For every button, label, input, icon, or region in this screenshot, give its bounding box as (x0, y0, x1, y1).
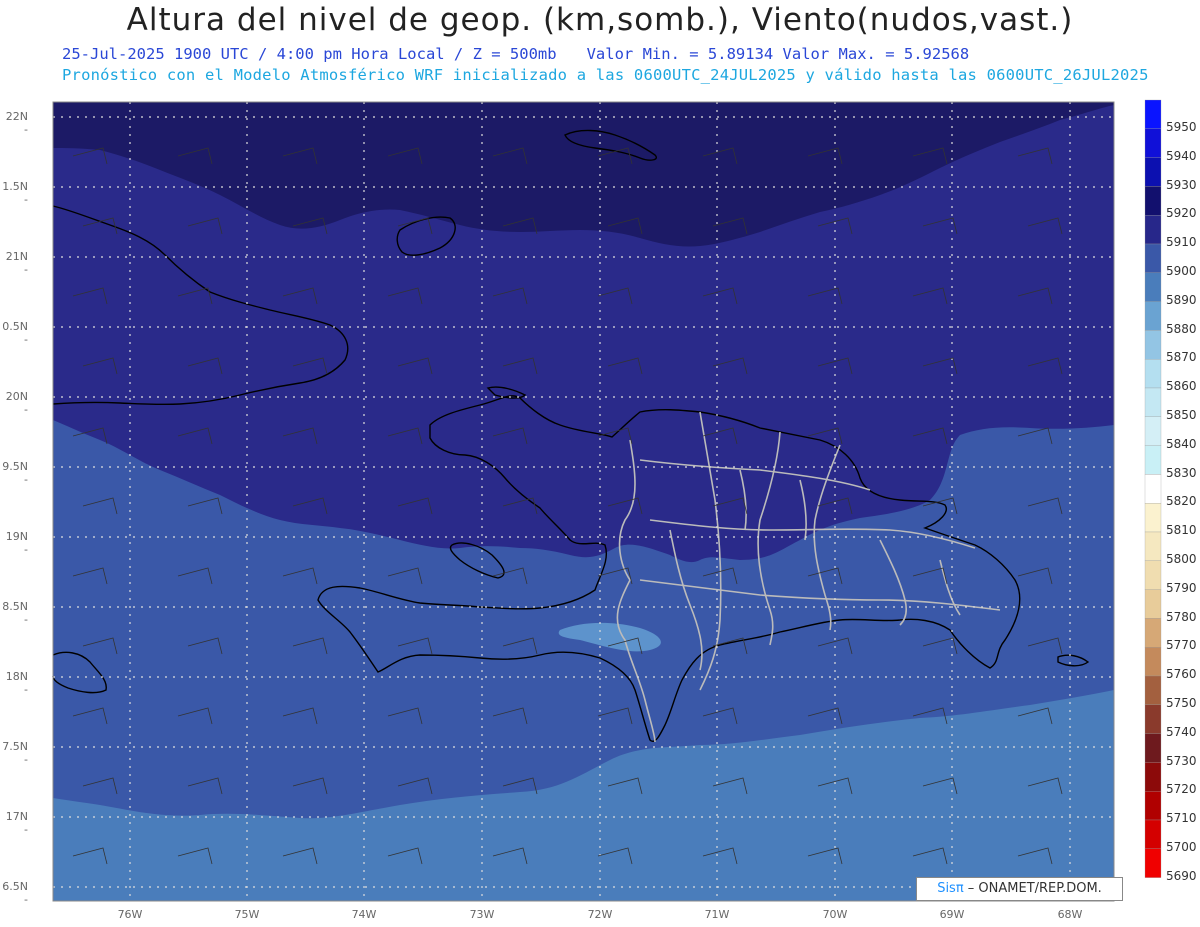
colorbar-swatch (1144, 589, 1162, 619)
colorbar-label: 5850 (1166, 408, 1197, 422)
colorbar-swatch (1144, 503, 1162, 533)
longitude-label: 72W (587, 908, 613, 921)
colorbar-label: 5860 (1166, 379, 1197, 394)
longitude-label: 73W (469, 908, 495, 921)
colorbar-label: 5810 (1166, 523, 1197, 538)
credit-text: – ONAMET/REP.DOM. (963, 881, 1102, 896)
longitude-label: 75W (234, 908, 260, 921)
forecast-map (52, 99, 1162, 902)
latitude-label: 7.5N - (2, 740, 28, 766)
latitude-label: 8.5N - (2, 600, 28, 626)
colorbar-swatch (1144, 733, 1162, 763)
colorbar-swatch (1144, 848, 1162, 878)
longitude-label: 76W (117, 908, 143, 921)
colorbar (1144, 99, 1162, 878)
colorbar-label: 5770 (1166, 638, 1197, 653)
colorbar-swatch (1144, 186, 1162, 216)
longitude-label: 74W (351, 908, 377, 921)
colorbar-swatch (1144, 474, 1162, 504)
colorbar-label: 5760 (1166, 667, 1197, 682)
colorbar-label: 5730 (1166, 753, 1197, 768)
colorbar-label: 5690 (1166, 868, 1197, 883)
colorbar-swatch (1144, 128, 1162, 158)
colorbar-swatch (1144, 301, 1162, 331)
latitude-label: 18N - (5, 670, 28, 696)
colorbar-label: 5710 (1166, 811, 1197, 826)
colorbar-swatch (1144, 647, 1162, 677)
latitude-label: 20N - (5, 390, 28, 416)
colorbar-label: 5840 (1166, 436, 1197, 451)
colorbar-label: 5800 (1166, 552, 1197, 566)
latitude-label: 22N - (5, 110, 28, 136)
colorbar-label: 5830 (1166, 465, 1197, 480)
colorbar-label: 5890 (1166, 292, 1197, 307)
colorbar-label: 5740 (1166, 724, 1197, 739)
latitude-label: 9.5N - (2, 460, 28, 486)
colorbar-swatch (1144, 330, 1162, 360)
colorbar-swatch (1144, 819, 1162, 849)
sispi-logo: Sisπ (937, 881, 964, 896)
colorbar-label: 5930 (1166, 177, 1197, 192)
colorbar-swatch (1144, 531, 1162, 561)
colorbar-swatch (1144, 618, 1162, 648)
longitude-label: 69W (939, 908, 965, 921)
colorbar-swatch (1144, 704, 1162, 734)
colorbar-swatch (1144, 560, 1162, 590)
colorbar-swatch (1144, 359, 1162, 389)
colorbar-swatch (1144, 215, 1162, 245)
colorbar-label: 5750 (1166, 696, 1197, 710)
colorbar-swatch (1144, 445, 1162, 475)
colorbar-label: 5700 (1166, 840, 1197, 854)
longitude-label: 71W (704, 908, 730, 921)
latitude-label: 6.5N - (2, 880, 28, 906)
colorbar-label: 5780 (1166, 609, 1197, 624)
geopotential-shading (53, 102, 1114, 901)
colorbar-label: 5950 (1166, 120, 1197, 134)
latitude-label: 21N - (5, 250, 28, 276)
colorbar-swatch (1144, 272, 1162, 302)
latitude-label: 1.5N - (2, 180, 28, 206)
longitude-label: 70W (822, 908, 848, 921)
latitude-label: 17N - (5, 810, 28, 836)
colorbar-label: 5900 (1166, 264, 1197, 278)
colorbar-swatch (1144, 243, 1162, 273)
colorbar-label: 5790 (1166, 580, 1197, 595)
colorbar-swatch (1144, 416, 1162, 446)
colorbar-swatch (1144, 762, 1162, 792)
colorbar-swatch (1144, 791, 1162, 821)
colorbar-swatch (1144, 675, 1162, 705)
colorbar-label: 5720 (1166, 782, 1197, 797)
colorbar-swatch (1144, 387, 1162, 417)
colorbar-swatch (1144, 157, 1162, 187)
colorbar-swatch (1144, 99, 1162, 129)
latitude-label: 0.5N - (2, 320, 28, 346)
colorbar-label: 5940 (1166, 148, 1197, 163)
credit-box: Sisπ – ONAMET/REP.DOM. (916, 877, 1123, 901)
colorbar-label: 5870 (1166, 350, 1197, 365)
longitude-label: 68W (1057, 908, 1083, 921)
colorbar-label: 5820 (1166, 494, 1197, 509)
colorbar-label: 5880 (1166, 321, 1197, 336)
latitude-label: 19N - (5, 530, 28, 556)
colorbar-label: 5910 (1166, 235, 1197, 250)
colorbar-label: 5920 (1166, 206, 1197, 221)
